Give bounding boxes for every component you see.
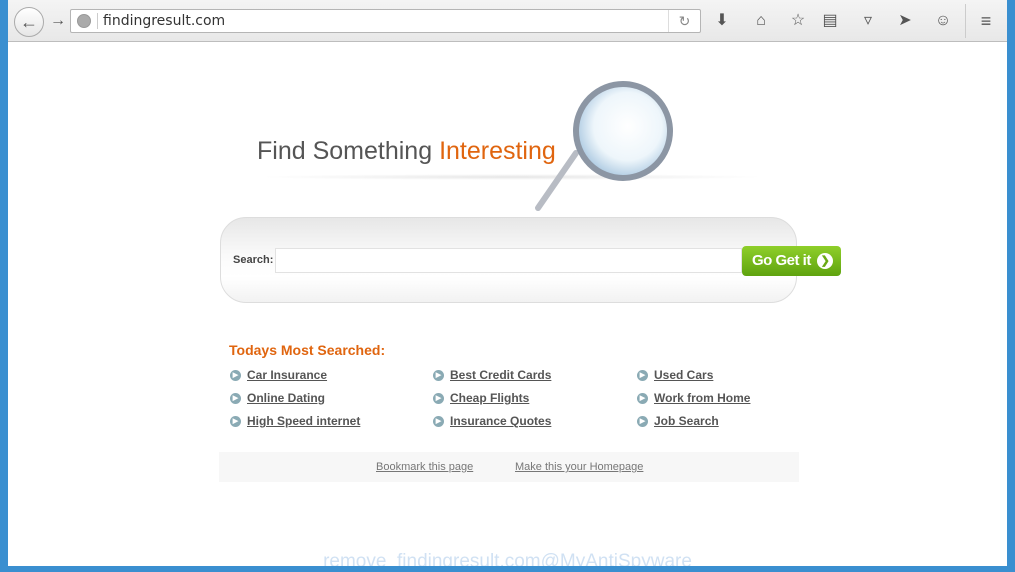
link-label: Cheap Flights — [450, 391, 530, 405]
magnifier-icon — [535, 81, 673, 211]
bookmark-star-icon[interactable]: ☆ — [787, 10, 809, 32]
bullet-icon: ▶ — [433, 393, 444, 404]
bullet-icon: ▶ — [230, 416, 241, 427]
homepage-link[interactable]: Make this your Homepage — [515, 461, 643, 473]
search-input[interactable] — [275, 248, 742, 273]
browser-window: ← → findingresult.com ↻ ⬇ ⌂ ☆ ▤ ▿ ➤ ☺ ≡ … — [8, 0, 1007, 566]
bullet-icon: ▶ — [637, 393, 648, 404]
search-link[interactable]: ▶ Online Dating — [230, 391, 325, 405]
bullet-icon: ▶ — [433, 370, 444, 381]
pocket-icon[interactable]: ▿ — [857, 10, 879, 32]
go-button-label: Go Get it — [752, 252, 811, 269]
reload-button[interactable]: ↻ — [668, 10, 700, 32]
link-label: Car Insurance — [247, 368, 328, 382]
search-link[interactable]: ▶ Best Credit Cards — [433, 368, 551, 382]
url-text[interactable]: findingresult.com — [103, 13, 225, 29]
bullet-icon: ▶ — [637, 416, 648, 427]
heading-shadow — [257, 174, 767, 180]
search-link[interactable]: ▶ High Speed internet — [230, 414, 360, 428]
search-link[interactable]: ▶ Car Insurance — [230, 368, 327, 382]
bullet-icon: ▶ — [433, 416, 444, 427]
watermark: remove_findingresult.com@MyAntiSpyware — [323, 551, 692, 566]
link-label: Online Dating — [247, 391, 325, 405]
search-label: Search: — [233, 254, 274, 266]
footer-bar: Bookmark this page Make this your Homepa… — [219, 452, 799, 482]
download-icon[interactable]: ⬇ — [711, 10, 733, 32]
link-label: Best Credit Cards — [450, 368, 552, 382]
search-link[interactable]: ▶ Used Cars — [637, 368, 713, 382]
send-icon[interactable]: ➤ — [894, 10, 916, 32]
bullet-icon: ▶ — [230, 370, 241, 381]
address-bar[interactable]: findingresult.com ↻ — [70, 9, 701, 33]
search-link[interactable]: ▶ Cheap Flights — [433, 391, 529, 405]
globe-icon — [77, 14, 91, 28]
menu-icon[interactable]: ≡ — [975, 10, 997, 32]
forward-button[interactable]: → — [48, 10, 68, 32]
page-heading: Find Something Interesting — [257, 137, 556, 166]
arrow-right-icon: ❯ — [817, 253, 833, 269]
bullet-icon: ▶ — [230, 393, 241, 404]
home-icon[interactable]: ⌂ — [750, 10, 772, 32]
go-get-it-button[interactable]: Go Get it ❯ — [742, 246, 841, 276]
divider — [965, 4, 966, 38]
page-content: Find Something Interesting Search: Go Ge… — [8, 43, 1007, 566]
search-link[interactable]: ▶ Insurance Quotes — [433, 414, 551, 428]
link-label: Insurance Quotes — [450, 414, 552, 428]
search-link[interactable]: ▶ Job Search — [637, 414, 719, 428]
link-label: Used Cars — [654, 368, 714, 382]
smiley-icon[interactable]: ☺ — [932, 10, 954, 32]
heading-text: Find Something — [257, 137, 433, 165]
bookmark-link[interactable]: Bookmark this page — [376, 461, 473, 473]
back-button[interactable]: ← — [14, 7, 44, 37]
bullet-icon: ▶ — [637, 370, 648, 381]
link-label: Job Search — [654, 414, 719, 428]
search-link[interactable]: ▶ Work from Home — [637, 391, 750, 405]
divider — [97, 13, 98, 29]
link-label: Work from Home — [654, 391, 751, 405]
most-searched-title: Todays Most Searched: — [229, 342, 386, 358]
reading-list-icon[interactable]: ▤ — [819, 10, 841, 32]
navigation-toolbar: ← → findingresult.com ↻ ⬇ ⌂ ☆ ▤ ▿ ➤ ☺ ≡ — [8, 0, 1007, 42]
link-label: High Speed internet — [247, 414, 361, 428]
